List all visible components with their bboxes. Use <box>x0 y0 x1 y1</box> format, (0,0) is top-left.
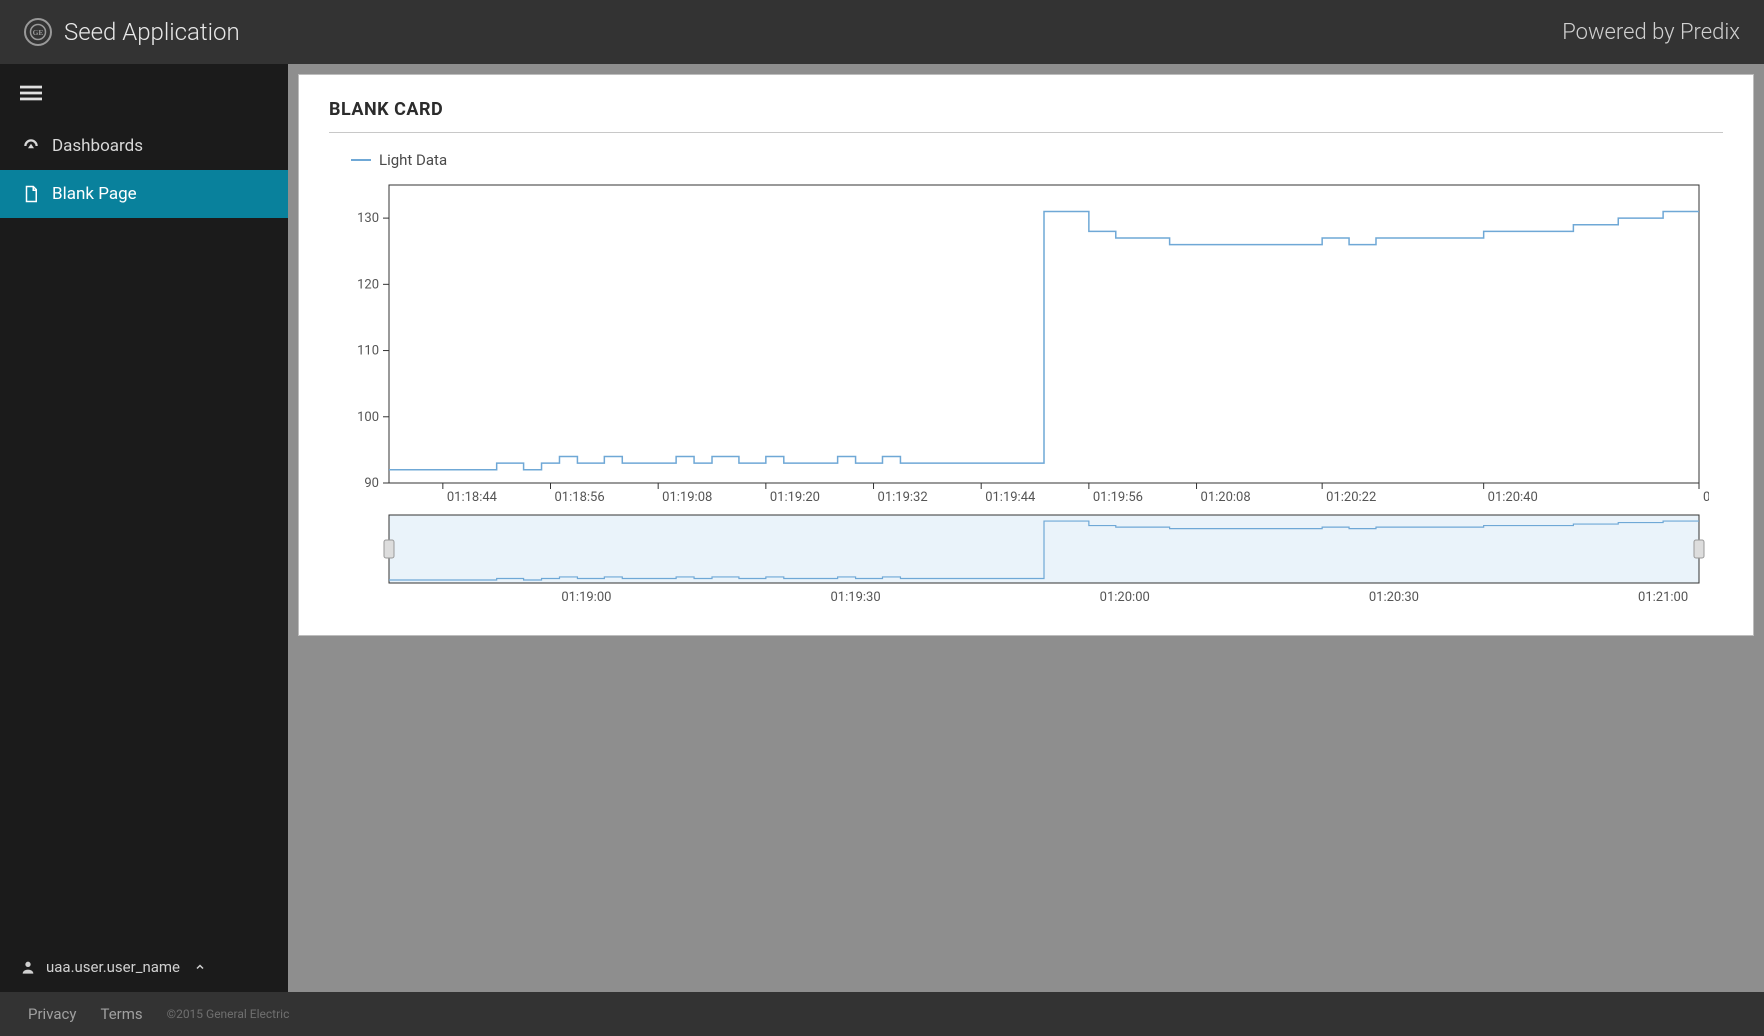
svg-text:130: 130 <box>357 211 379 226</box>
card-divider <box>329 132 1723 133</box>
app-header: GE Seed Application Powered by Predix <box>0 0 1764 64</box>
svg-text:01:18:44: 01:18:44 <box>447 490 498 505</box>
svg-text:01:20:00: 01:20:00 <box>1100 590 1150 605</box>
card-title: BLANK CARD <box>329 99 1723 120</box>
sidebar-item-label: Dashboards <box>52 136 143 156</box>
line-chart[interactable]: 90 100 110 120 130 01:18:44 01:18:56 01:19:08 01… <box>329 177 1709 507</box>
overview-chart[interactable]: 01:19:00 01:19:30 01:20:00 01:20:30 01:21:00 <box>329 507 1709 607</box>
hamburger-icon <box>20 82 42 104</box>
page-icon <box>22 185 40 203</box>
svg-text:01:19:20: 01:19:20 <box>770 490 820 505</box>
legend-swatch <box>351 159 371 161</box>
menu-toggle-button[interactable] <box>0 64 288 122</box>
sidebar-item-blank-page[interactable]: Blank Page <box>0 170 288 218</box>
svg-text:01:19:44: 01:19:44 <box>985 490 1036 505</box>
svg-text:01:19:00: 01:19:00 <box>561 590 611 605</box>
dashboard-icon <box>22 137 40 155</box>
sidebar-item-label: Blank Page <box>52 184 137 204</box>
svg-text:GE: GE <box>33 28 44 37</box>
legend-label: Light Data <box>379 151 447 169</box>
nav-list: Dashboards Blank Page <box>0 122 288 942</box>
brush-handle-right[interactable] <box>1694 540 1704 558</box>
svg-text:120: 120 <box>357 277 379 292</box>
footer-link-privacy[interactable]: Privacy <box>28 1005 76 1023</box>
brush-handle-left[interactable] <box>384 540 394 558</box>
svg-text:01:19:08: 01:19:08 <box>662 490 712 505</box>
chart-container: 90 100 110 120 130 01:18:44 01:18:56 01:19:08 01… <box>329 177 1723 607</box>
header-left: GE Seed Application <box>24 18 240 46</box>
app-title: Seed Application <box>64 18 240 46</box>
ge-logo-icon: GE <box>24 18 52 46</box>
main-content: BLANK CARD Light Data 90 100 110 120 130 01:1… <box>288 64 1764 992</box>
svg-text:100: 100 <box>357 410 379 425</box>
user-icon <box>20 959 36 975</box>
user-name: uaa.user.user_name <box>46 958 180 976</box>
powered-by: Powered by Predix <box>1562 20 1740 45</box>
blank-card: BLANK CARD Light Data 90 100 110 120 130 01:1… <box>298 74 1754 636</box>
body-area: Dashboards Blank Page uaa.user.user_name… <box>0 64 1764 992</box>
sidebar: Dashboards Blank Page uaa.user.user_name <box>0 64 288 992</box>
svg-text:01:20:30: 01:20:30 <box>1369 590 1419 605</box>
svg-text:01:21:00: 01:21:00 <box>1638 590 1688 605</box>
app-footer: Privacy Terms ©2015 General Electric <box>0 992 1764 1036</box>
svg-text:01:20:22: 01:20:22 <box>1326 490 1376 505</box>
svg-text:01:21:04: 01:21:04 <box>1703 490 1709 505</box>
svg-text:01:20:08: 01:20:08 <box>1201 490 1251 505</box>
svg-text:90: 90 <box>364 476 379 491</box>
user-menu[interactable]: uaa.user.user_name <box>0 942 288 992</box>
sidebar-item-dashboards[interactable]: Dashboards <box>0 122 288 170</box>
svg-text:01:19:56: 01:19:56 <box>1093 490 1143 505</box>
svg-text:01:20:40: 01:20:40 <box>1488 490 1538 505</box>
footer-link-terms[interactable]: Terms <box>100 1005 142 1023</box>
svg-text:01:18:56: 01:18:56 <box>555 490 605 505</box>
chevron-up-icon <box>194 961 206 973</box>
svg-text:01:19:32: 01:19:32 <box>878 490 928 505</box>
svg-text:110: 110 <box>357 344 379 359</box>
footer-copyright: ©2015 General Electric <box>167 1007 290 1021</box>
chart-legend: Light Data <box>351 151 1723 169</box>
svg-text:01:19:30: 01:19:30 <box>831 590 881 605</box>
